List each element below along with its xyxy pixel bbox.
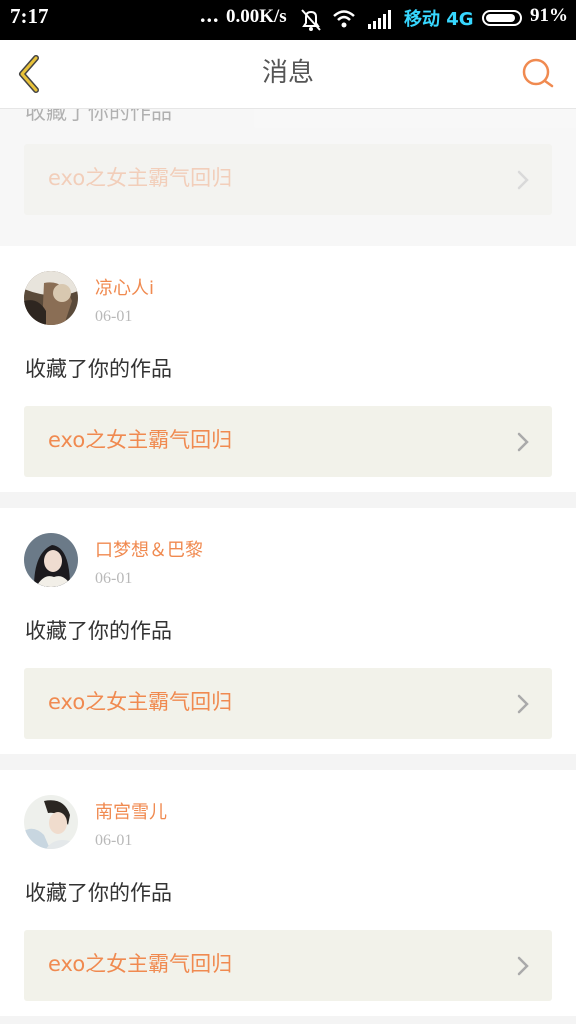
search-icon[interactable] <box>520 56 556 92</box>
chevron-right-icon <box>517 694 529 714</box>
page-title: 消息 <box>261 58 314 88</box>
work-link[interactable]: exo之女主霸气回归 <box>24 930 552 1001</box>
username[interactable]: 南宫雪儿 <box>95 798 167 824</box>
avatar[interactable] <box>24 795 78 849</box>
username[interactable]: 口梦想＆巴黎 <box>95 536 203 562</box>
message-date: 06-01 <box>95 832 133 849</box>
work-title: exo之女主霸气回归 <box>48 428 233 452</box>
signal-icon <box>368 10 391 29</box>
work-link[interactable]: exo之女主霸气回归 <box>24 144 552 215</box>
message-card[interactable]: 凉心人i 06-01 收藏了你的作品 exo之女主霸气回归 <box>0 246 576 492</box>
status-bar: 7:17 ... 0.00K/s 移动 4G 91% <box>0 0 576 40</box>
work-title: exo之女主霸气回归 <box>48 952 233 976</box>
message-date: 06-01 <box>95 570 133 587</box>
message-card[interactable]: 口梦想＆巴黎 06-01 收藏了你的作品 exo之女主霸气回归 <box>0 508 576 754</box>
action-text: 收藏了你的作品 <box>25 881 172 905</box>
battery-fill <box>486 14 515 22</box>
work-title: exo之女主霸气回归 <box>48 166 233 190</box>
work-title: exo之女主霸气回归 <box>48 690 233 714</box>
mute-bell-icon <box>301 9 321 31</box>
avatar[interactable] <box>24 533 78 587</box>
avatar[interactable] <box>24 271 78 325</box>
chevron-right-icon <box>517 956 529 976</box>
network-speed: 0.00K/s <box>226 6 287 27</box>
chevron-right-icon <box>517 170 529 190</box>
battery-icon <box>482 10 522 26</box>
username[interactable]: 凉心人i <box>95 274 154 300</box>
battery-percent: 91% <box>530 5 568 26</box>
status-dots: ... <box>200 2 220 27</box>
action-text: 收藏了你的作品 <box>25 619 172 643</box>
nav-bar: 消息 <box>0 40 576 109</box>
work-link[interactable]: exo之女主霸气回归 <box>24 668 552 739</box>
message-card[interactable]: 南宫雪儿 06-01 收藏了你的作品 exo之女主霸气回归 <box>0 770 576 1016</box>
chevron-right-icon <box>517 432 529 452</box>
status-time: 7:17 <box>10 4 49 28</box>
message-date: 06-01 <box>95 308 133 325</box>
wifi-icon <box>333 10 355 28</box>
action-text: 收藏了你的作品 <box>25 357 172 381</box>
carrier-label: 移动 4G <box>404 9 474 30</box>
work-link[interactable]: exo之女主霸气回归 <box>24 406 552 477</box>
